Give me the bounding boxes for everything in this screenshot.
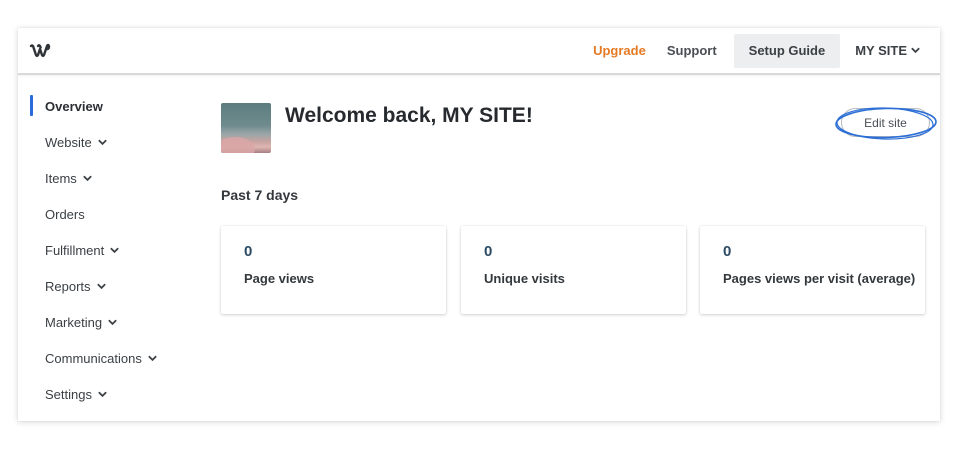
period-heading: Past 7 days (221, 187, 299, 203)
stat-label: Page views (244, 271, 315, 286)
chevron-down-icon (911, 47, 920, 54)
sidebar-item-label: Items (45, 170, 77, 186)
sidebar-item-orders[interactable]: Orders (18, 202, 198, 226)
support-link[interactable]: Support (657, 43, 727, 58)
top-bar: Upgrade Support Setup Guide MY SITE (18, 28, 940, 75)
site-thumbnail (221, 103, 271, 153)
stat-value: 0 (244, 243, 253, 260)
sidebar-item-label: Reports (45, 278, 91, 294)
chevron-down-icon (96, 283, 106, 289)
sidebar-item-overview[interactable]: Overview (18, 94, 198, 118)
sidebar-item-label: Website (45, 134, 92, 150)
chevron-down-icon (98, 391, 107, 397)
sidebar-item-label: Overview (45, 98, 103, 114)
sidebar-item-label: Communications (45, 350, 142, 366)
sidebar-item-label: Orders (45, 206, 85, 222)
weebly-w-logo-icon[interactable] (29, 40, 51, 62)
chevron-down-icon (83, 175, 92, 181)
setup-guide-button[interactable]: Setup Guide (733, 33, 841, 68)
stat-label: Pages views per visit (average) (723, 271, 916, 286)
upgrade-link[interactable]: Upgrade (583, 43, 656, 58)
chevron-down-icon (148, 355, 157, 361)
edit-site-button[interactable]: Edit site (841, 108, 930, 137)
stat-card-unique-visits: 0 Unique visits (461, 226, 686, 314)
sidebar-item-label: Marketing (45, 314, 103, 330)
stat-value: 0 (484, 243, 493, 260)
top-nav: Upgrade Support Setup Guide MY SITE (583, 28, 940, 73)
page-title: Welcome back, MY SITE! (285, 104, 533, 127)
sidebar-item-fulfillment[interactable]: Fulfillment (18, 238, 198, 262)
sidebar-item-reports[interactable]: Reports (18, 274, 198, 298)
stat-value: 0 (723, 243, 732, 260)
site-menu-label: MY SITE (855, 43, 907, 58)
sidebar-item-settings[interactable]: Settings (18, 382, 198, 406)
chevron-down-icon (108, 319, 117, 325)
stat-card-views-per-visit: 0 Pages views per visit (average) (700, 226, 925, 314)
sidebar-item-label: Fulfillment (45, 242, 105, 258)
app-window: Upgrade Support Setup Guide MY SITE Over… (18, 28, 940, 421)
chevron-down-icon (98, 139, 107, 145)
sidebar-item-communications[interactable]: Communications (18, 346, 198, 370)
chevron-down-icon (110, 247, 119, 253)
stat-card-page-views: 0 Page views (221, 226, 446, 314)
stat-label: Unique visits (484, 271, 565, 286)
sidebar-item-label: Settings (45, 386, 92, 402)
sidebar-item-items[interactable]: Items (18, 166, 198, 190)
edit-site-area: Edit site (833, 105, 939, 141)
sidebar-item-website[interactable]: Website (18, 130, 198, 154)
site-menu-dropdown[interactable]: MY SITE (845, 43, 930, 58)
sidebar-item-marketing[interactable]: Marketing (18, 310, 198, 334)
